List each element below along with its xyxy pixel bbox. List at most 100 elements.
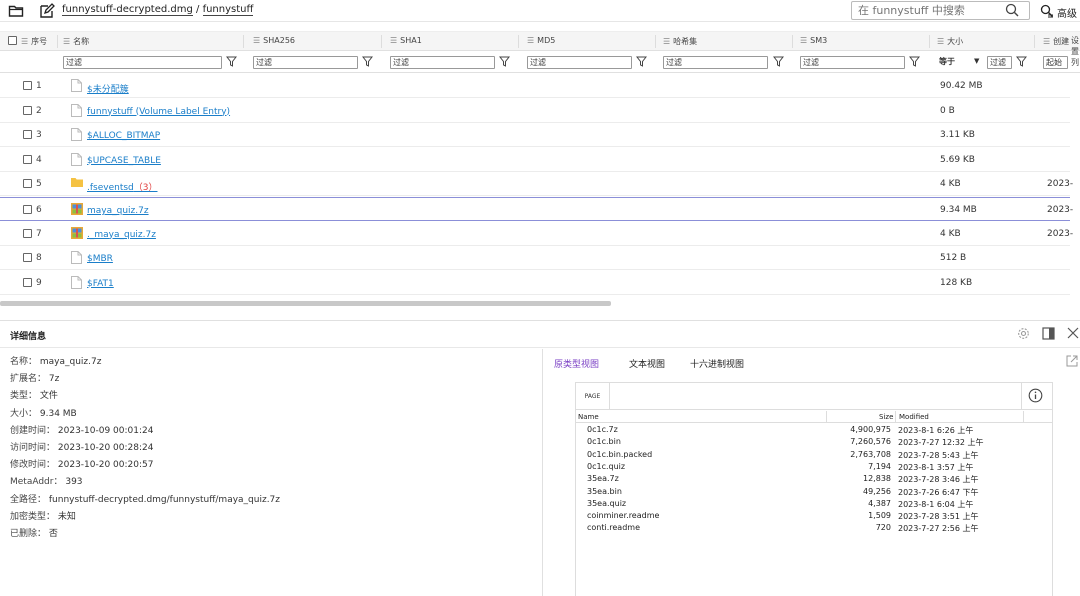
horizontal-scrollbar[interactable] (0, 301, 611, 306)
filter-icon[interactable] (908, 56, 921, 67)
column-separator[interactable] (1034, 35, 1035, 48)
folder-icon[interactable] (8, 3, 24, 19)
filter-input-name[interactable]: 过滤 (63, 56, 222, 69)
preview-header-size[interactable]: Size (879, 413, 893, 421)
file-name-link[interactable]: funnystuff (Volume Label Entry) (87, 107, 230, 117)
breadcrumb-item[interactable]: funnystuff-decrypted.dmg (62, 4, 193, 16)
select-all-checkbox[interactable] (8, 36, 17, 46)
row-checkbox[interactable] (23, 277, 32, 287)
tab-hex-view[interactable]: 十六进制视图 (690, 357, 744, 370)
column-header-sha256[interactable]: ☰ SHA256 (253, 36, 295, 45)
column-separator[interactable] (826, 411, 827, 422)
column-header-sm3[interactable]: ☰ SM3 (800, 36, 827, 45)
column-menu-icon[interactable]: ☰ (21, 37, 28, 46)
row-checkbox[interactable] (23, 228, 32, 238)
column-separator[interactable] (243, 35, 244, 48)
filter-input-sha256[interactable]: 过滤 (253, 56, 358, 69)
preview-header-modified[interactable]: Modified (899, 413, 929, 421)
column-header-created[interactable]: ☰ 创建 (1043, 36, 1069, 47)
column-header-md5[interactable]: ☰ MD5 (527, 36, 555, 45)
preview-file-row[interactable]: 0c1c.bin.packed 2,763,708 2023-7-28 5:43 上… (576, 449, 1052, 461)
size-operator-select[interactable]: 等于 ▼ (937, 56, 982, 69)
table-row[interactable]: 6 maya_quiz.7z 9.34 MB 2023- (0, 197, 1073, 221)
filter-input-size[interactable]: 过滤 (987, 56, 1012, 69)
close-icon[interactable] (1067, 327, 1079, 342)
preview-file-row[interactable]: 0c1c.bin 7,260,576 2023-7-27 12:32 上午 (576, 436, 1052, 448)
table-row[interactable]: 7 ._maya_quiz.7z 4 KB 2023- (0, 222, 1073, 246)
column-menu-icon[interactable]: ☰ (1043, 37, 1050, 46)
column-menu-icon[interactable]: ☰ (937, 37, 944, 46)
column-separator[interactable] (655, 35, 656, 48)
preview-file-row[interactable]: 35ea.bin 49,256 2023-7-26 6:47 下午 (576, 486, 1052, 498)
filter-input-md5[interactable]: 过滤 (527, 56, 632, 69)
file-name-link[interactable]: $未分配簇 (87, 82, 129, 95)
preview-file-row[interactable]: conti.readme 720 2023-7-27 2:56 上午 (576, 522, 1052, 534)
split-view-icon[interactable] (1042, 327, 1055, 343)
file-name-link[interactable]: ._maya_quiz.7z (87, 230, 156, 240)
preview-file-row[interactable]: 0c1c.7z 4,900,975 2023-8-1 6:26 上午 (576, 424, 1052, 436)
file-name-link[interactable]: $ALLOC_BITMAP (87, 131, 160, 141)
search-icon[interactable] (1005, 3, 1019, 20)
panel-divider[interactable] (542, 349, 543, 596)
advanced-search-button[interactable]: 高级 (1057, 5, 1077, 20)
column-separator[interactable] (1023, 411, 1024, 422)
breadcrumb-item[interactable]: funnystuff (202, 4, 254, 16)
info-icon[interactable] (1028, 388, 1043, 406)
column-separator[interactable] (792, 35, 793, 48)
column-separator[interactable] (381, 35, 382, 48)
external-link-icon[interactable] (1066, 355, 1078, 370)
column-header-hashset[interactable]: ☰ 哈希集 (663, 36, 697, 47)
column-menu-icon[interactable]: ☰ (527, 36, 534, 45)
row-checkbox[interactable] (23, 205, 32, 214)
file-name-link[interactable]: $FAT1 (87, 279, 114, 289)
table-row[interactable]: 2 funnystuff (Volume Label Entry) 0 B (0, 99, 1070, 123)
preview-header-name[interactable]: Name (578, 413, 599, 421)
filter-icon[interactable] (498, 56, 511, 67)
column-header-index[interactable]: ☰ 序号 (21, 36, 47, 47)
advanced-search-icon[interactable] (1040, 4, 1054, 21)
row-checkbox[interactable] (23, 179, 32, 189)
page-button[interactable]: PAGE (576, 383, 610, 410)
table-row[interactable]: 4 $UPCASE_TABLE 5.69 KB (0, 148, 1070, 172)
column-separator[interactable] (57, 35, 58, 48)
preview-file-row[interactable]: 35ea.quiz 4,387 2023-8-1 6:04 上午 (576, 498, 1052, 510)
edit-icon[interactable] (39, 3, 55, 19)
column-menu-icon[interactable]: ☰ (63, 37, 70, 46)
tab-text-view[interactable]: 文本视图 (629, 357, 665, 370)
column-menu-icon[interactable]: ☰ (800, 36, 807, 45)
filter-icon[interactable] (361, 56, 374, 67)
filter-icon[interactable] (225, 56, 238, 67)
filter-icon[interactable] (772, 56, 785, 67)
row-checkbox[interactable] (23, 253, 32, 263)
file-name-link[interactable]: $MBR (87, 254, 113, 264)
column-header-sha1[interactable]: ☰ SHA1 (390, 36, 422, 45)
filter-icon[interactable] (635, 56, 648, 67)
column-menu-icon[interactable]: ☰ (253, 36, 260, 45)
row-checkbox[interactable] (23, 105, 32, 115)
table-row[interactable]: 3 $ALLOC_BITMAP 3.11 KB (0, 123, 1070, 148)
row-checkbox[interactable] (23, 154, 32, 164)
filter-input-sha1[interactable]: 过滤 (390, 56, 495, 69)
row-checkbox[interactable] (23, 81, 32, 90)
table-row[interactable]: 8 $MBR 512 B (0, 246, 1070, 271)
table-row[interactable]: 5 .fseventsd（3） 4 KB 2023- (0, 172, 1073, 197)
preview-file-row[interactable]: coinminer.readme 1,509 2023-7-28 3:51 上午 (576, 510, 1052, 522)
file-name-link[interactable]: maya_quiz.7z (87, 206, 149, 216)
file-name-link[interactable]: $UPCASE_TABLE (87, 156, 161, 166)
filter-icon[interactable] (1015, 56, 1028, 67)
column-menu-icon[interactable]: ☰ (663, 37, 670, 46)
column-header-size[interactable]: ☰ 大小 (937, 36, 963, 47)
filter-input-sm3[interactable]: 过滤 (800, 56, 905, 69)
table-row[interactable]: 1 $未分配簇 90.42 MB (0, 74, 1070, 98)
column-separator[interactable] (929, 35, 930, 48)
column-separator[interactable] (518, 35, 519, 48)
table-row[interactable]: 9 $FAT1 128 KB (0, 271, 1070, 295)
column-menu-icon[interactable]: ☰ (390, 36, 397, 45)
preview-file-row[interactable]: 0c1c.quiz 7,194 2023-8-1 3:57 上午 (576, 461, 1052, 473)
column-header-name[interactable]: ☰ 名称 (63, 36, 89, 47)
filter-input-hashset[interactable]: 过滤 (663, 56, 768, 69)
gear-icon[interactable] (1017, 327, 1030, 343)
column-separator[interactable] (895, 411, 896, 422)
tab-native-view[interactable]: 原类型视图 (554, 357, 599, 370)
file-name-link[interactable]: .fseventsd（3） (87, 180, 158, 193)
